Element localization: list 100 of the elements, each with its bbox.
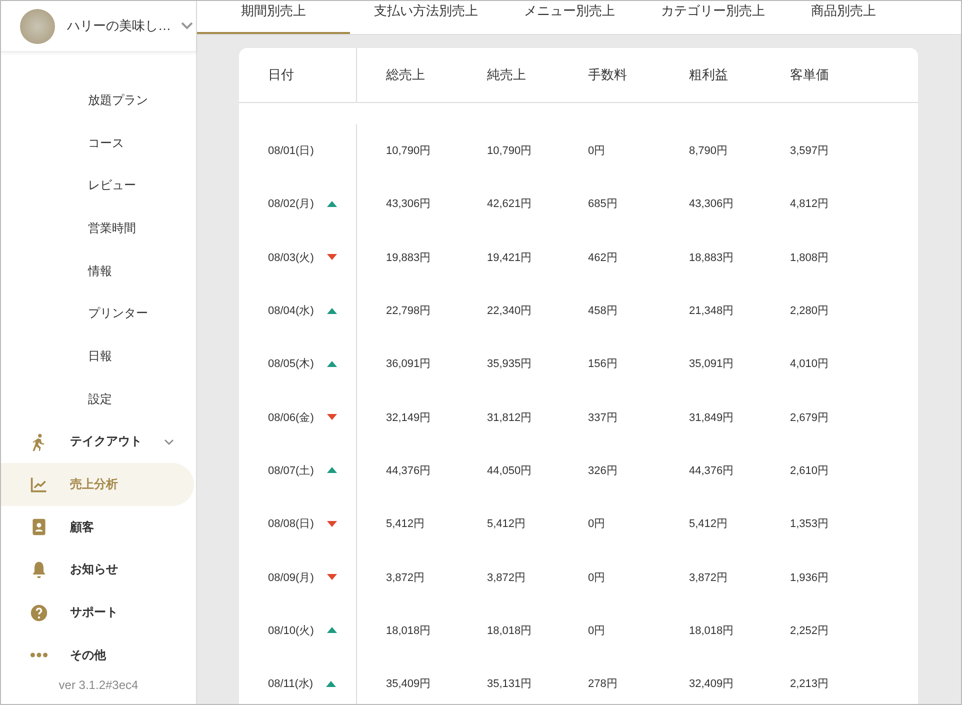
table-cell-text: 8,790円: [689, 144, 729, 158]
down-triangle-icon: [326, 414, 337, 420]
column-header: 手数料: [588, 66, 628, 84]
table-cell-text: 32,409円: [689, 677, 735, 692]
shop-name: ハリーの美味し…: [67, 17, 171, 35]
table-cell-text: 43,306円: [386, 197, 432, 212]
table-cell-text: 22,798円: [386, 304, 432, 318]
up-triangle-icon: [326, 360, 337, 367]
date-cell-text: 08/06(金): [268, 410, 314, 425]
down-triangle-icon: [326, 574, 337, 580]
table-cell-text: 1,808円: [790, 250, 830, 265]
column-header: 総売上: [386, 66, 426, 84]
up-triangle-icon: [326, 627, 337, 634]
date-cell-text: 08/07(土): [268, 464, 314, 478]
table-cell-text: 3,872円: [386, 570, 426, 585]
table-cell-text: 35,935円: [487, 357, 533, 372]
date-cell-text: 08/04(水): [268, 304, 314, 318]
sidebar-subitem[interactable]: 情報: [1, 250, 112, 292]
tab[interactable]: カテゴリー別売上: [639, 1, 787, 34]
table-cell-text: 44,050円: [487, 464, 533, 478]
sidebar-item[interactable]: その他: [1, 634, 194, 677]
down-triangle-icon: [326, 254, 337, 260]
column-header: 純売上: [487, 66, 527, 84]
table-cell-text: 18,018円: [487, 624, 533, 638]
table-cell-text: 2,252円: [790, 624, 830, 638]
table-cell-text: 31,812円: [487, 410, 533, 425]
up-triangle-icon: [326, 680, 336, 687]
table-cell-text: 462円: [588, 250, 618, 265]
table-cell-text: 3,872円: [487, 570, 527, 585]
column-header: 客単価: [790, 66, 830, 84]
date-cell-text: 08/01(日): [268, 144, 314, 158]
sidebar-subitem[interactable]: レビュー: [1, 164, 136, 208]
table-cell-text: 4,812円: [790, 197, 830, 212]
chevron-down-icon: [181, 22, 193, 30]
date-cell-text: 08/08(日): [268, 517, 314, 532]
table-cell-text: 458円: [588, 304, 618, 318]
shop-header[interactable]: ハリーの美味し…: [1, 1, 196, 52]
table-cell-text: 22,340円: [487, 304, 533, 318]
column-header: 日付: [239, 48, 357, 102]
sidebar-subitem[interactable]: 設定: [1, 378, 112, 420]
date-cell-text: 08/02(月): [268, 197, 314, 212]
sidebar-item[interactable]: お知らせ: [1, 548, 194, 592]
table-cell-text: 10,790円: [386, 144, 432, 158]
table-cell-text: 1,936円: [790, 570, 830, 585]
table-cell-text: 18,883円: [689, 250, 735, 265]
tab[interactable]: 期間別売上: [197, 1, 350, 34]
table-cell-text: 35,091円: [689, 357, 735, 372]
table-cell-text: 19,883円: [386, 250, 432, 265]
table-cell-text: 156円: [588, 357, 618, 372]
table-cell-text: 36,091円: [386, 357, 432, 372]
table-cell-text: 3,597円: [790, 144, 830, 158]
table-cell-text: 5,412円: [487, 517, 527, 532]
sidebar-subitem[interactable]: プリンター: [1, 292, 148, 336]
table-cell-text: 42,621円: [487, 197, 533, 212]
date-cell-text: 08/11(水): [268, 677, 314, 692]
bell-icon: [30, 560, 48, 579]
tab[interactable]: メニュー別売上: [502, 1, 637, 34]
version-label: ver 3.1.2#3ec4: [58, 678, 138, 692]
tab[interactable]: 商品別売上: [789, 1, 898, 34]
table-cell-text: 0円: [588, 517, 606, 532]
table-cell-text: 1,353円: [790, 517, 830, 532]
shop-avatar: [20, 8, 55, 44]
table-cell-text: 278円: [588, 677, 618, 692]
column-header: 粗利益: [689, 66, 729, 84]
line-chart-icon: [30, 476, 48, 494]
contact-book-icon: [30, 518, 48, 536]
sidebar-subitem[interactable]: 営業時間: [1, 207, 136, 250]
table-cell-text: 21,348円: [689, 304, 735, 318]
table-cell-text: 2,280円: [790, 304, 830, 318]
sidebar-subitem[interactable]: コース: [1, 122, 124, 164]
table-cell-text: 326円: [588, 464, 618, 478]
table-cell-text: 2,213円: [790, 677, 830, 692]
date-cell-text: 08/10(火): [268, 624, 314, 638]
table-cell-text: 19,421円: [487, 250, 533, 265]
table-cell-text: 44,376円: [689, 464, 735, 478]
table-cell-text: 18,018円: [689, 624, 735, 638]
table-cell-text: 5,412円: [386, 517, 426, 532]
date-cell-text: 08/05(木): [268, 357, 314, 372]
sidebar-item[interactable]: テイクアウト: [1, 420, 194, 464]
table-cell-text: 35,409円: [386, 677, 432, 692]
sidebar-item[interactable]: 顧客: [1, 506, 194, 549]
tab[interactable]: 支払い方法別売上: [352, 1, 500, 34]
table-cell-text: 0円: [588, 144, 606, 158]
help-icon: [30, 604, 48, 622]
table-cell-text: 2,610円: [790, 464, 830, 478]
table-cell-text: 5,412円: [689, 517, 729, 532]
up-triangle-icon: [326, 200, 337, 207]
table-cell-text: 43,306円: [689, 197, 735, 212]
table-cell-text: 2,679円: [790, 410, 830, 425]
sidebar-subitem[interactable]: 日報: [1, 335, 112, 378]
table-cell-text: 44,376円: [386, 464, 432, 478]
down-triangle-icon: [326, 520, 337, 527]
table-cell-text: 3,872円: [689, 570, 729, 585]
up-triangle-icon: [326, 308, 337, 314]
table-cell-text: 685円: [588, 197, 618, 212]
sidebar-item[interactable]: サポート: [1, 591, 194, 634]
date-cell-text: 08/09(月): [268, 570, 314, 585]
date-cell-text: 08/03(火): [268, 250, 314, 265]
up-triangle-icon: [326, 467, 337, 474]
sidebar-subitem[interactable]: 放題プラン: [1, 79, 148, 122]
